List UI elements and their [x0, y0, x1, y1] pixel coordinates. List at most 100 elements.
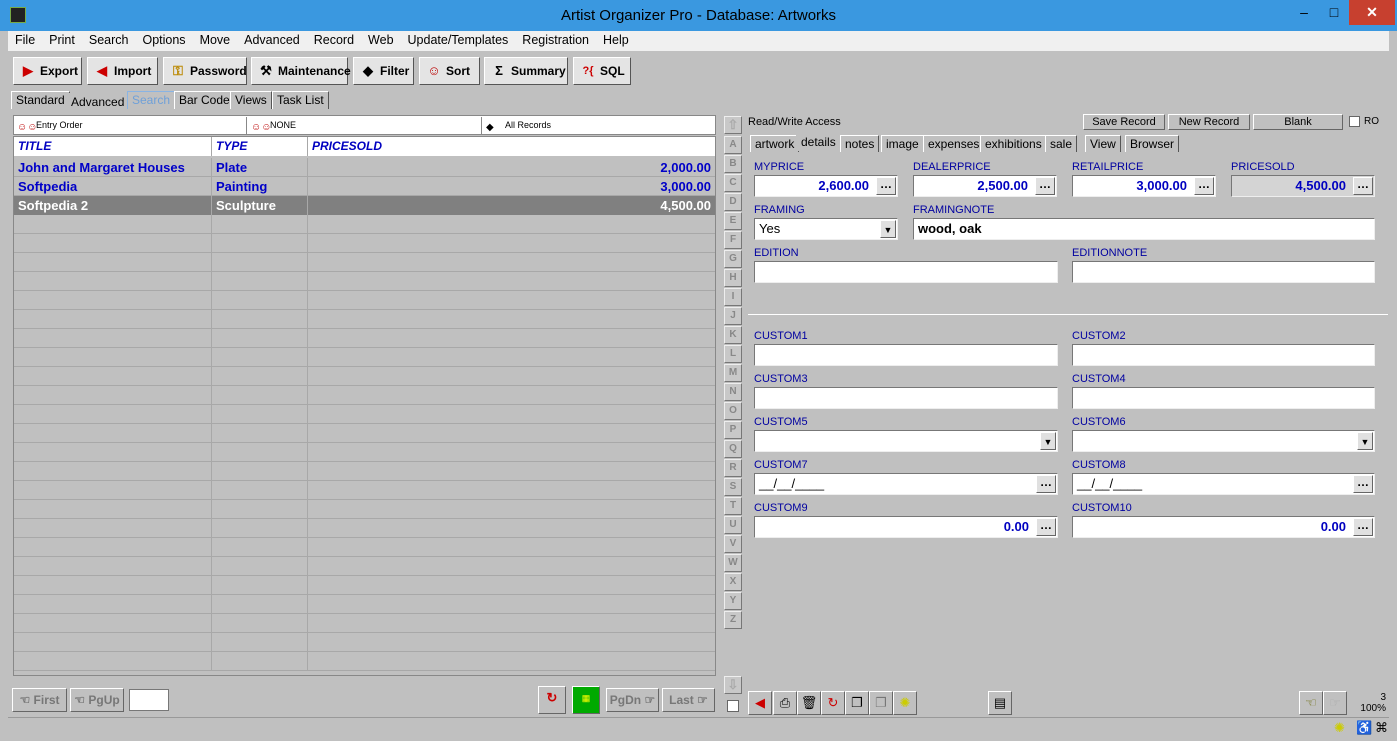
lightbulb-icon[interactable]: ✺ [1334, 720, 1345, 736]
menu-move[interactable]: Move [193, 31, 238, 47]
grid-icon[interactable]: ▦ [572, 686, 600, 714]
alphabet-letter-button[interactable]: S [724, 478, 742, 496]
alphabet-letter-button[interactable]: N [724, 383, 742, 401]
table-row-selected[interactable]: Softpedia 2 Sculpture 4,500.00 [14, 196, 715, 215]
print-icon[interactable]: ⎙ [773, 691, 797, 715]
custom10-field[interactable]: 0.00… [1072, 516, 1375, 538]
table-row[interactable]: John and Margaret Houses Plate 2,000.00 [14, 158, 715, 177]
dealerprice-field[interactable]: 2,500.00… [913, 175, 1057, 197]
sort-button[interactable]: ☺ Sort [419, 57, 480, 85]
network-icon[interactable]: ⌘ [1375, 720, 1388, 736]
alphabet-letter-button[interactable]: E [724, 212, 742, 230]
alphabet-letter-button[interactable]: U [724, 516, 742, 534]
records-grid[interactable]: TITLE TYPE PRICESOLD John and Margaret H… [13, 136, 716, 676]
alphabet-letter-button[interactable]: W [724, 554, 742, 572]
ellipsis-button[interactable]: … [1036, 518, 1056, 536]
filter-button[interactable]: ◆ Filter [353, 57, 414, 85]
tab-image[interactable]: image [881, 135, 924, 153]
entry-order-selector[interactable]: ☺☺ Entry Order [14, 117, 247, 134]
pricesold-field[interactable]: 4,500.00… [1231, 175, 1375, 197]
save-record-button[interactable]: Save Record [1083, 114, 1165, 130]
alphabet-letter-button[interactable]: Q [724, 440, 742, 458]
export-button[interactable]: ▶ Export [13, 57, 82, 85]
menu-registration[interactable]: Registration [515, 31, 596, 47]
hand-right-icon[interactable]: ☞ [1323, 691, 1347, 715]
table-row[interactable]: Softpedia Painting 3,000.00 [14, 177, 715, 196]
ro-checkbox[interactable] [1349, 116, 1360, 127]
alphabet-letter-button[interactable]: A [724, 136, 742, 154]
custom8-date-field[interactable]: __/__/____… [1072, 473, 1375, 495]
menu-update-templates[interactable]: Update/Templates [401, 31, 516, 47]
alphabet-letter-button[interactable]: K [724, 326, 742, 344]
menu-web[interactable]: Web [361, 31, 400, 47]
alphabet-letter-button[interactable]: Y [724, 592, 742, 610]
alphabet-letter-button[interactable]: X [724, 573, 742, 591]
save-record-icon[interactable]: ▤ [988, 691, 1012, 715]
first-button[interactable]: ☜ First [12, 688, 67, 712]
tab-advanced[interactable]: Advanced [66, 93, 130, 111]
menu-search[interactable]: Search [82, 31, 136, 47]
tab-task-list[interactable]: Task List [272, 91, 329, 109]
copy-record-icon[interactable]: ❐ [845, 691, 869, 715]
trash-icon[interactable]: 🗑 [797, 691, 821, 715]
tab-standard[interactable]: Standard [11, 91, 70, 109]
custom1-field[interactable] [754, 344, 1058, 366]
tab-sale[interactable]: sale [1045, 135, 1078, 153]
checkbox[interactable] [727, 700, 739, 712]
column-type[interactable]: TYPE [212, 137, 308, 156]
alphabet-letter-button[interactable]: F [724, 231, 742, 249]
framingnote-field[interactable]: wood, oak [913, 218, 1375, 240]
ellipsis-button[interactable]: … [1353, 518, 1373, 536]
ellipsis-button[interactable]: … [1036, 475, 1056, 493]
sort-selector[interactable]: ☺☺ NONE [248, 117, 482, 134]
maintenance-button[interactable]: ⚒ Maintenance [251, 57, 351, 85]
framing-select[interactable]: Yes ▼ [754, 218, 898, 240]
menu-options[interactable]: Options [135, 31, 192, 47]
import-button[interactable]: ◀ Import [87, 57, 158, 85]
dropdown-arrow-icon[interactable]: ▼ [1357, 432, 1373, 450]
tab-details[interactable]: details [796, 133, 841, 151]
editionnote-field[interactable] [1072, 261, 1375, 283]
alphabet-letter-button[interactable]: T [724, 497, 742, 515]
alphabet-letter-button[interactable]: R [724, 459, 742, 477]
tab-artwork[interactable]: artwork [750, 135, 800, 153]
custom5-select[interactable]: ▼ [754, 430, 1058, 452]
alphabet-letter-button[interactable]: P [724, 421, 742, 439]
alphabet-letter-button[interactable]: H [724, 269, 742, 287]
custom6-select[interactable]: ▼ [1072, 430, 1375, 452]
password-button[interactable]: ⚿ Password [163, 57, 247, 85]
record-number-input[interactable] [129, 689, 169, 711]
ellipsis-button[interactable]: … [1353, 475, 1373, 493]
ellipsis-button[interactable]: … [876, 177, 896, 195]
menu-record[interactable]: Record [307, 31, 361, 47]
tab-views[interactable]: Views [230, 91, 272, 109]
tab-bar-code[interactable]: Bar Code [174, 91, 235, 109]
new-record-button[interactable]: New Record [1168, 114, 1250, 130]
hand-left-icon[interactable]: ☜ [1299, 691, 1323, 715]
ellipsis-button[interactable]: … [1035, 177, 1055, 195]
close-button[interactable]: ✕ [1349, 0, 1395, 25]
ellipsis-button[interactable]: … [1353, 177, 1373, 195]
custom4-field[interactable] [1072, 387, 1375, 409]
alphabet-letter-button[interactable]: I [724, 288, 742, 306]
column-pricesold[interactable]: PRICESOLD [308, 137, 715, 156]
alphabet-letter-button[interactable]: D [724, 193, 742, 211]
back-arrow-icon[interactable]: ◀ [748, 691, 772, 715]
custom3-field[interactable] [754, 387, 1058, 409]
alphabet-letter-button[interactable]: Z [724, 611, 742, 629]
refresh-icon[interactable]: ↻ [538, 686, 566, 714]
menu-file[interactable]: File [8, 31, 42, 47]
custom7-date-field[interactable]: __/__/____… [754, 473, 1058, 495]
dropdown-arrow-icon[interactable]: ▼ [880, 220, 896, 238]
retailprice-field[interactable]: 3,000.00… [1072, 175, 1216, 197]
tab-search[interactable]: Search [127, 91, 176, 109]
scroll-up-icon[interactable]: ⇧ [724, 116, 742, 134]
tab-expenses[interactable]: expenses [923, 135, 985, 153]
tab-view[interactable]: View [1085, 135, 1121, 153]
custom2-field[interactable] [1072, 344, 1375, 366]
custom9-field[interactable]: 0.00… [754, 516, 1058, 538]
edition-field[interactable] [754, 261, 1058, 283]
pgup-button[interactable]: ☜ PgUp [70, 688, 124, 712]
refresh-icon[interactable]: ↻ [821, 691, 845, 715]
menu-advanced[interactable]: Advanced [237, 31, 307, 47]
